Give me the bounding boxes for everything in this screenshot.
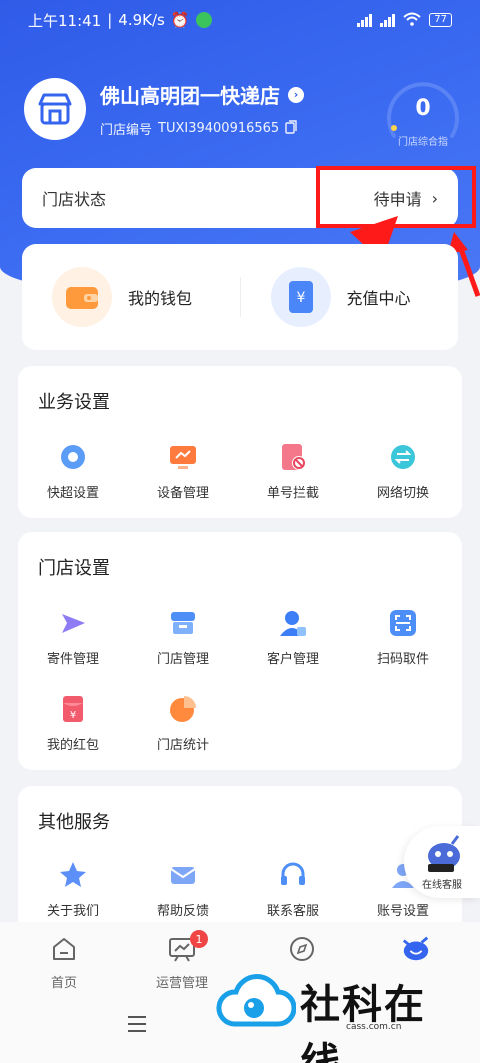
online-service-float-button[interactable]: 在线客服 xyxy=(404,826,480,898)
business-settings-title: 业务设置 xyxy=(38,392,110,413)
grid-item-network-switch[interactable]: 网络切换 xyxy=(348,440,458,501)
grid-item-customer-management[interactable]: 客户管理 xyxy=(238,606,348,667)
watermark-url: cass.com.cn xyxy=(346,1022,402,1032)
watermark: 社科在线 cass.com.cn xyxy=(216,972,466,1063)
user-icon xyxy=(276,606,310,640)
grid-item-help-feedback[interactable]: 帮助反馈 xyxy=(128,858,238,919)
grid-item-device-management[interactable]: 设备管理 xyxy=(128,440,238,501)
customer-service-robot-icon xyxy=(428,835,460,872)
quick-actions-card: 我的钱包 ¥ 充值中心 xyxy=(22,244,458,350)
mine-mascot-icon xyxy=(401,934,431,964)
star-icon xyxy=(56,858,90,892)
other-services-title: 其他服务 xyxy=(38,812,110,833)
my-wallet-label: 我的钱包 xyxy=(128,289,193,308)
svg-text:¥: ¥ xyxy=(296,290,305,306)
pie-chart-icon xyxy=(166,692,200,726)
recharge-center-label: 充值中心 xyxy=(346,289,411,308)
scan-icon xyxy=(386,606,420,640)
grid-item-tracking-intercept[interactable]: 单号拦截 xyxy=(238,440,348,501)
store-settings-title: 门店设置 xyxy=(38,558,110,579)
svg-text:¥: ¥ xyxy=(70,710,76,721)
grid-item-scan-pickup[interactable]: 扫码取件 xyxy=(348,606,458,667)
grid-item-store-statistics[interactable]: 门店统计 xyxy=(128,692,238,753)
notification-badge: 1 xyxy=(190,930,208,948)
headset-icon xyxy=(276,858,310,892)
wallet-icon xyxy=(52,267,112,327)
compass-icon xyxy=(287,934,317,964)
my-wallet-button[interactable]: 我的钱包 xyxy=(22,267,240,327)
block-icon xyxy=(276,440,310,474)
switch-icon xyxy=(386,440,420,474)
watermark-logo-icon xyxy=(216,974,296,1027)
recharge-icon: ¥ xyxy=(270,267,331,327)
grid-item-store-management[interactable]: 门店管理 xyxy=(128,606,238,667)
tab-mine[interactable] xyxy=(366,934,466,972)
tab-discover[interactable] xyxy=(252,934,352,972)
monitor-icon xyxy=(166,440,200,474)
grid-item-send-management[interactable]: 寄件管理 xyxy=(18,606,128,667)
tab-home[interactable]: 首页 xyxy=(14,934,114,991)
recharge-center-button[interactable]: ¥ 充值中心 xyxy=(241,267,459,327)
red-packet-icon: ¥ xyxy=(56,692,90,726)
home-icon xyxy=(49,934,79,964)
menu-icon[interactable] xyxy=(128,1016,146,1037)
watermark-text: 社科在线 xyxy=(300,982,426,1063)
grid-item-red-packet[interactable]: ¥ 我的红包 xyxy=(18,692,128,753)
online-service-label: 在线客服 xyxy=(422,880,462,891)
grid-item-contact-service[interactable]: 联系客服 xyxy=(238,858,348,919)
grid-item-kuaichao-settings[interactable]: 快超设置 xyxy=(18,440,128,501)
store-icon xyxy=(166,606,200,640)
gear-icon xyxy=(56,440,90,474)
send-icon xyxy=(56,606,90,640)
grid-item-about-us[interactable]: 关于我们 xyxy=(18,858,128,919)
mail-icon xyxy=(166,858,200,892)
